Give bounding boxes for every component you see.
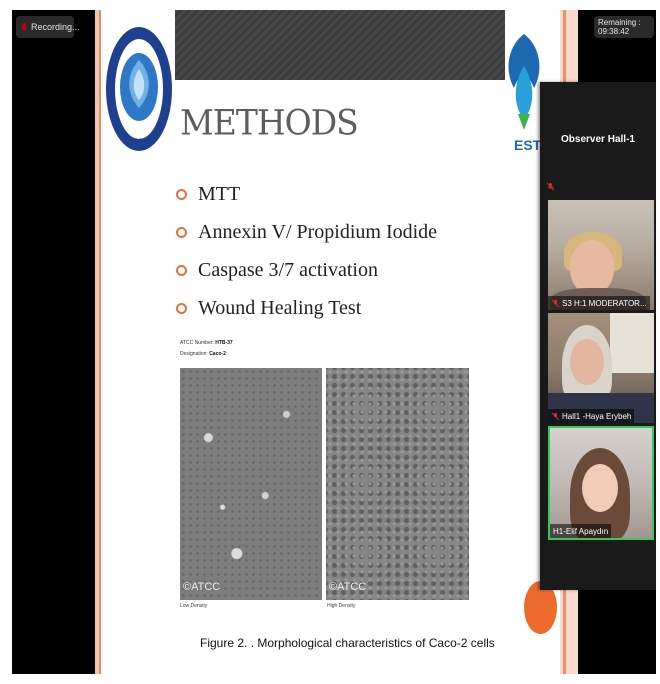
muted-mic-icon[interactable] <box>546 182 555 191</box>
participant-video-tile[interactable]: Hall1 -Haya Erybeh <box>548 313 654 423</box>
bullet-circle-icon <box>176 302 187 314</box>
bullet-text: MTT <box>198 182 241 205</box>
low-density-micrograph <box>180 368 322 600</box>
participant-name: Hall1 -Haya Erybeh <box>562 411 632 421</box>
left-letterbox <box>12 10 95 674</box>
muted-mic-icon <box>551 299 560 307</box>
participant-name-tag: Hall1 -Haya Erybeh <box>548 409 635 423</box>
slide-left-border-line <box>99 10 101 674</box>
bullet-text: Caspase 3/7 activation <box>198 258 378 281</box>
participant-name: H1-Elif Apaydın <box>553 526 609 536</box>
seal-year: 1970 <box>130 138 148 146</box>
participant-face <box>570 339 604 385</box>
remaining-label: Remaining : 09:38:42 <box>598 18 641 36</box>
list-item: MTT <box>176 175 437 213</box>
high-density-micrograph <box>326 368 469 600</box>
bullet-text: Wound Healing Test <box>198 296 362 319</box>
list-item: Annexin V/ Propidium Iodide <box>176 213 437 251</box>
atcc-number-label: ATCC Number: <box>180 340 214 346</box>
participant-name-tag: H1-Elif Apaydın <box>550 524 612 538</box>
recording-label: Recording... <box>31 22 80 32</box>
list-item: Wound Healing Test <box>176 289 437 327</box>
participant-name-tag: S3 H:1 MODERATOR... <box>548 296 650 310</box>
background-window <box>610 313 654 373</box>
bullet-circle-icon <box>176 226 187 238</box>
designation-value: Caco-2 <box>209 351 226 357</box>
panel-title: Observer Hall-1 <box>561 134 635 145</box>
methods-list: MTT Annexin V/ Propidium Iodide Caspase … <box>176 175 437 327</box>
atcc-number-value: HTB-37 <box>215 340 233 346</box>
muted-mic-icon <box>551 412 560 420</box>
top-margin <box>12 0 656 10</box>
participant-name: S3 H:1 MODERATOR... <box>562 298 647 308</box>
participant-face <box>570 240 614 294</box>
university-seal-logo: 1970 <box>106 27 172 151</box>
remaining-time: Remaining : 09:38:42 <box>594 16 654 38</box>
micrograph-watermark: ©ATCC <box>329 581 367 593</box>
slide-title: METHODS <box>180 102 359 143</box>
recording-indicator[interactable]: Recording... <box>16 16 80 38</box>
participant-face <box>582 464 618 512</box>
low-density-caption: Low Density <box>180 603 208 609</box>
slide-header-band <box>175 10 505 80</box>
bullet-circle-icon <box>176 264 187 276</box>
figure-caption: Figure 2. . Morphological characteristic… <box>200 636 495 650</box>
high-density-caption: High Density <box>327 603 356 609</box>
participant-video-tile[interactable]: S3 H:1 MODERATOR... <box>548 200 654 310</box>
atcc-info: ATCC Number: HTB-37 Designation: Caco-2 <box>180 338 233 360</box>
list-item: Caspase 3/7 activation <box>176 251 437 289</box>
designation-label: Designation: <box>180 351 208 357</box>
record-icon <box>22 23 26 31</box>
bullet-circle-icon <box>176 188 187 200</box>
micrograph-watermark: ©ATCC <box>183 581 221 593</box>
participant-video-tile-active[interactable]: H1-Elif Apaydın <box>548 426 654 540</box>
bullet-text: Annexin V/ Propidium Iodide <box>198 220 438 243</box>
